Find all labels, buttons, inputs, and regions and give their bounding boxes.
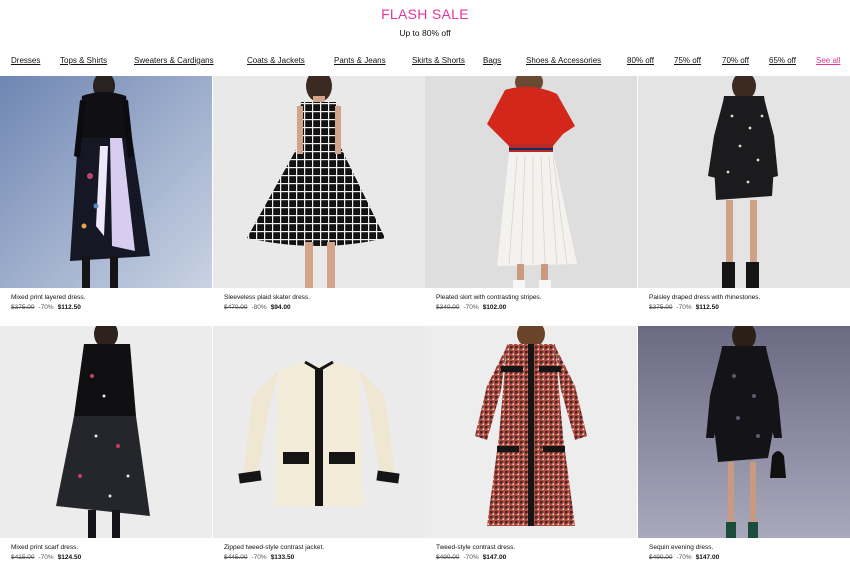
product-prices: $375.00 -70% $112.50	[649, 304, 719, 311]
product-card[interactable]: Pleated skirt with contrasting stripes. …	[425, 76, 637, 326]
page-subtitle: Up to 80% off	[399, 28, 451, 38]
original-price: $470.00	[224, 304, 248, 311]
product-image[interactable]	[638, 326, 850, 538]
sale-price: $147.00	[482, 554, 507, 561]
product-prices: $375.00 -70% $112.50	[11, 304, 81, 311]
product-card[interactable]: Zipped tweed-style contrast jacket. $445…	[213, 326, 425, 567]
product-prices: $470.00 -80% $94.00	[224, 304, 291, 311]
nav-link-tops-shirts[interactable]: Tops & Shirts	[60, 56, 107, 65]
product-name[interactable]: Sleeveless plaid skater dress.	[224, 294, 310, 301]
sale-price: $112.50	[57, 304, 81, 311]
category-nav: Dresses Tops & Shirts Sweaters & Cardiga…	[0, 56, 850, 66]
product-card[interactable]: Tweed-style contrast dress. $490.00 -70% $…	[425, 326, 637, 567]
product-prices: $340.00 -70% $102.00	[436, 304, 506, 311]
sale-price: $147.00	[695, 554, 720, 561]
product-image[interactable]	[213, 326, 425, 538]
discount-badge: -70%	[463, 554, 479, 561]
product-name[interactable]: Paisley draped dress with rhinestones.	[649, 294, 760, 301]
product-name[interactable]: Zipped tweed-style contrast jacket.	[224, 544, 324, 551]
sale-header: FLASH SALE Up to 80% off	[0, 0, 850, 45]
nav-link-70-off[interactable]: 70% off	[722, 56, 749, 65]
product-prices: $490.00 -70% $147.00	[436, 554, 506, 561]
product-image[interactable]	[0, 76, 212, 288]
product-image[interactable]	[638, 76, 850, 288]
product-card[interactable]: Mixed print layered dress. $375.00 -70% $1…	[0, 76, 212, 326]
product-card[interactable]: Sequin evening dress. $490.00 -70% $147.00	[638, 326, 850, 567]
sale-price: $124.50	[57, 554, 82, 561]
product-prices: $490.00 -70% $147.00	[649, 554, 719, 561]
original-price: $375.00	[11, 304, 35, 311]
nav-link-pants-jeans[interactable]: Pants & Jeans	[334, 56, 386, 65]
page-title: FLASH SALE	[381, 6, 469, 22]
product-image[interactable]	[0, 326, 212, 538]
product-name[interactable]: Pleated skirt with contrasting stripes.	[436, 294, 542, 301]
nav-link-65-off[interactable]: 65% off	[769, 56, 796, 65]
product-name[interactable]: Mixed print scarf dress.	[11, 544, 78, 551]
product-name[interactable]: Mixed print layered dress.	[11, 294, 85, 301]
nav-link-sweaters-cardigans[interactable]: Sweaters & Cardigans	[134, 56, 214, 65]
sale-price: $102.00	[482, 304, 507, 311]
product-prices: $415.00 -70% $124.50	[11, 554, 81, 561]
discount-badge: -70%	[676, 554, 692, 561]
discount-badge: -70%	[251, 554, 267, 561]
nav-link-bags[interactable]: Bags	[483, 56, 501, 65]
nav-link-dresses[interactable]: Dresses	[11, 56, 40, 65]
original-price: $375.00	[649, 304, 673, 311]
nav-link-skirts-shorts[interactable]: Skirts & Shorts	[412, 56, 465, 65]
sale-price: $112.50	[695, 304, 719, 311]
discount-badge: -70%	[38, 304, 54, 311]
nav-link-see-all[interactable]: See all	[816, 56, 840, 65]
nav-link-coats-jackets[interactable]: Coats & Jackets	[247, 56, 305, 65]
original-price: $490.00	[649, 554, 673, 561]
product-image[interactable]	[213, 76, 425, 288]
product-image[interactable]	[425, 76, 637, 288]
nav-link-80-off[interactable]: 80% off	[627, 56, 654, 65]
original-price: $340.00	[436, 304, 460, 311]
sale-price: $133.50	[270, 554, 295, 561]
original-price: $415.00	[11, 554, 35, 561]
nav-link-75-off[interactable]: 75% off	[674, 56, 701, 65]
original-price: $445.00	[224, 554, 248, 561]
discount-badge: -70%	[463, 304, 479, 311]
original-price: $490.00	[436, 554, 460, 561]
product-card[interactable]: Sleeveless plaid skater dress. $470.00 -8…	[213, 76, 425, 326]
product-prices: $445.00 -70% $133.50	[224, 554, 294, 561]
product-name[interactable]: Sequin evening dress.	[649, 544, 713, 551]
product-card[interactable]: Paisley draped dress with rhinestones. $…	[638, 76, 850, 326]
sale-price: $94.00	[270, 304, 291, 311]
product-name[interactable]: Tweed-style contrast dress.	[436, 544, 515, 551]
discount-badge: -70%	[38, 554, 54, 561]
discount-badge: -70%	[676, 304, 692, 311]
product-card[interactable]: Mixed print scarf dress. $415.00 -70% $124…	[0, 326, 212, 567]
nav-link-shoes-accessories[interactable]: Shoes & Accessories	[526, 56, 601, 65]
product-image[interactable]	[425, 326, 637, 538]
discount-badge: -80%	[251, 304, 267, 311]
